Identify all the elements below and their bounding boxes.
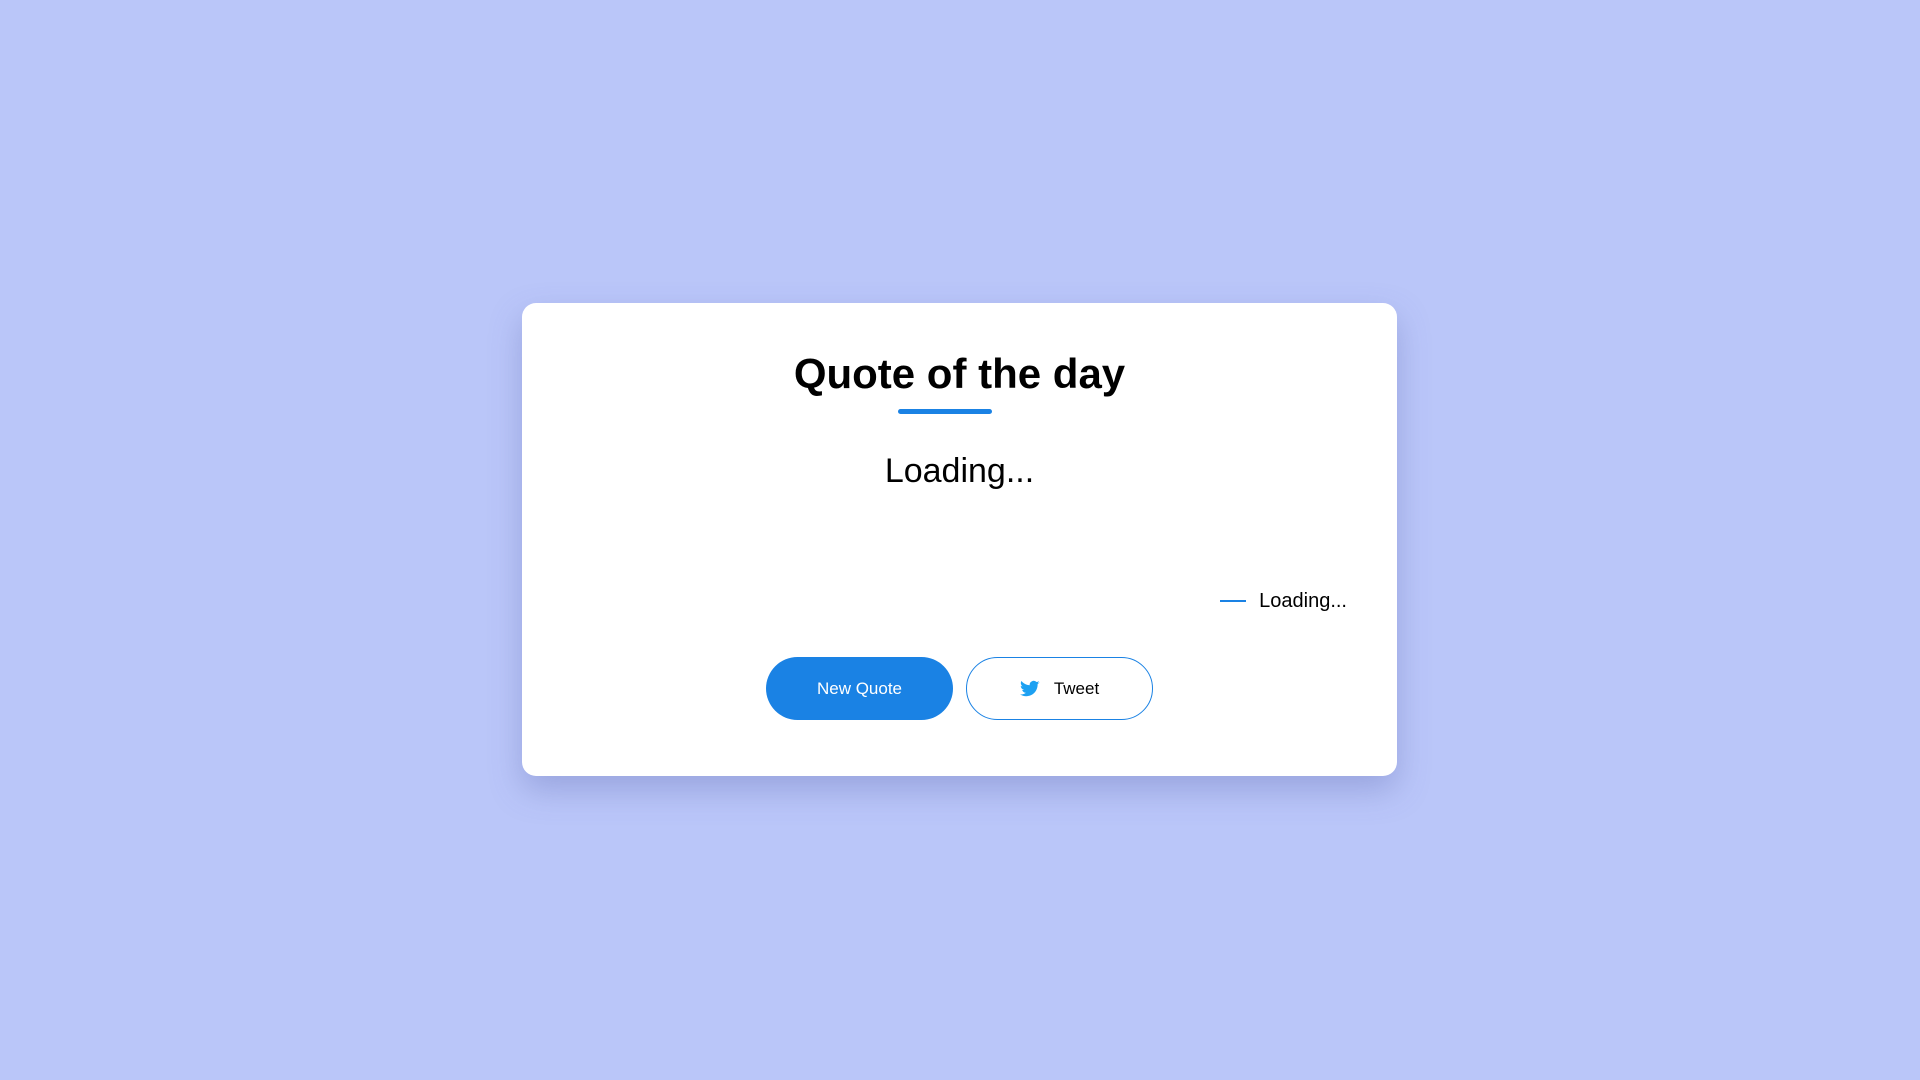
tweet-button[interactable]: Tweet bbox=[966, 657, 1153, 720]
author-row: Loading... bbox=[1220, 591, 1347, 611]
button-row: New Quote Tweet bbox=[766, 657, 1153, 720]
title-underline bbox=[898, 409, 992, 414]
twitter-bird-icon bbox=[1019, 680, 1040, 698]
author-dash bbox=[1220, 600, 1247, 602]
new-quote-button[interactable]: New Quote bbox=[766, 657, 953, 720]
quote-text: Loading... bbox=[884, 452, 1035, 490]
quote-card: Quote of the day Loading... Loading... N… bbox=[522, 303, 1397, 776]
author-name: Loading... bbox=[1259, 590, 1347, 612]
new-quote-button-label: New Quote bbox=[816, 678, 903, 698]
tweet-button-label: Tweet bbox=[1053, 678, 1100, 698]
page-title: Quote of the day bbox=[793, 350, 1126, 397]
